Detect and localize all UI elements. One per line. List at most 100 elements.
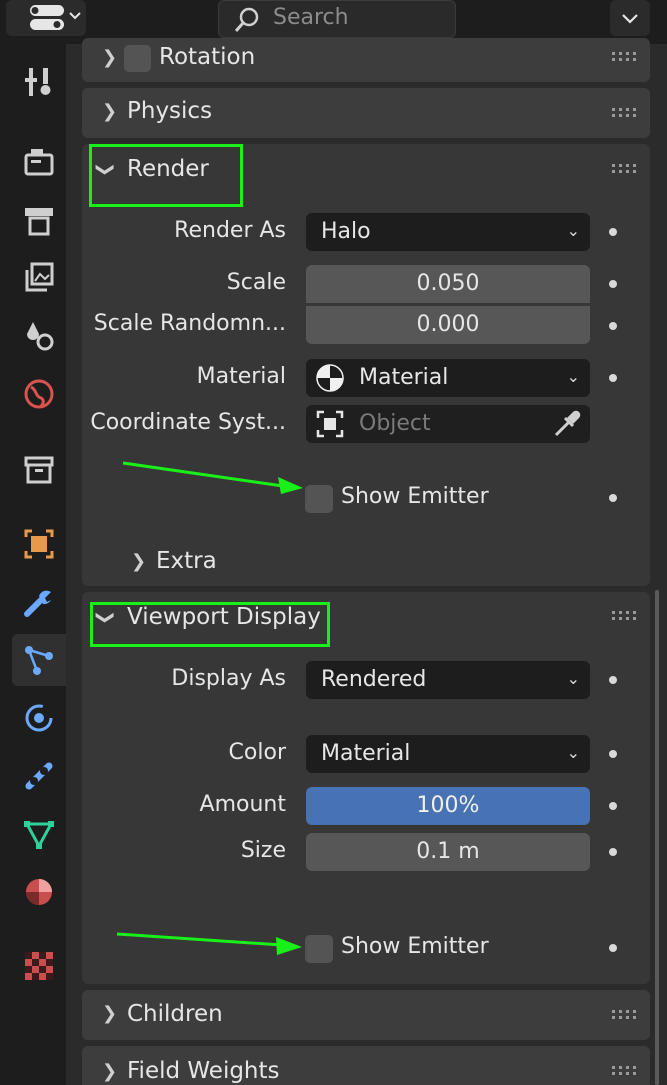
scale-field[interactable]: 0.050 <box>306 265 590 303</box>
editor-type-icon <box>30 5 81 30</box>
chevron-down-icon: ⌄ <box>566 743 580 762</box>
keyframe-dot-icon[interactable] <box>609 848 617 856</box>
search-input[interactable]: Search <box>218 0 456 38</box>
options-dropdown-button[interactable] <box>610 0 650 36</box>
scale-random-field[interactable]: 0.000 <box>306 306 590 344</box>
tab-scene[interactable] <box>12 310 66 362</box>
render-show-emitter-checkbox[interactable] <box>305 485 333 513</box>
render-show-emitter-label: Show Emitter <box>341 484 489 509</box>
size-label: Size <box>240 838 286 863</box>
wrench-screwdriver-icon <box>25 68 51 96</box>
tab-object[interactable] <box>12 518 66 570</box>
panel-title: Children <box>127 1001 223 1027</box>
tab-tool[interactable] <box>12 56 66 108</box>
annotation-arrow <box>116 932 302 955</box>
drag-handle-icon[interactable] <box>612 164 638 176</box>
keyframe-dot-icon[interactable] <box>609 280 617 288</box>
tab-particles[interactable] <box>12 634 66 686</box>
render-as-label: Render As <box>174 218 286 243</box>
coordinate-system-label: Coordinate Syst... <box>90 410 286 435</box>
chevron-right-icon: ❯ <box>102 1061 118 1082</box>
tab-data[interactable] <box>12 808 66 860</box>
material-sphere-icon <box>316 364 344 392</box>
coordinate-system-field[interactable]: Object <box>306 405 590 443</box>
eyedropper-icon[interactable] <box>552 409 582 439</box>
scrollbar[interactable] <box>655 590 659 1085</box>
panel-physics[interactable]: ❯ Physics <box>82 88 650 138</box>
drag-handle-icon[interactable] <box>612 52 638 64</box>
keyframe-dot-icon[interactable] <box>609 494 617 502</box>
collection-box-icon <box>24 456 54 484</box>
keyframe-dot-icon[interactable] <box>609 750 617 758</box>
tab-output[interactable] <box>12 194 66 246</box>
physics-orbit-icon <box>25 704 53 732</box>
amount-label: Amount <box>199 792 286 817</box>
color-value: Material <box>321 741 411 766</box>
panel-rotation[interactable]: ❯ Rotation <box>82 38 650 82</box>
keyframe-dot-icon[interactable] <box>609 676 617 684</box>
display-as-dropdown[interactable]: Rendered ⌄ <box>306 661 590 699</box>
tab-modifiers[interactable] <box>12 576 66 628</box>
display-as-value: Rendered <box>321 667 427 692</box>
drag-handle-icon[interactable] <box>612 108 638 120</box>
tab-render[interactable] <box>12 136 66 188</box>
display-as-label: Display As <box>171 666 286 691</box>
viewport-show-emitter-checkbox[interactable] <box>305 935 333 963</box>
tab-constraints[interactable] <box>12 750 66 802</box>
size-field[interactable]: 0.1 m <box>306 833 590 871</box>
keyframe-dot-icon[interactable] <box>609 944 617 952</box>
chevron-right-icon: ❯ <box>102 1003 118 1024</box>
panel-field-weights[interactable]: ❯ Field Weights <box>82 1046 650 1085</box>
render-as-value: Halo <box>321 219 371 244</box>
panel-title: Physics <box>127 98 213 124</box>
mesh-triangle-icon <box>24 821 54 850</box>
camera-back-icon <box>24 149 54 176</box>
search-placeholder: Search <box>273 5 349 30</box>
chevron-down-icon <box>622 14 638 24</box>
material-value: Material <box>359 365 449 390</box>
tab-material[interactable] <box>12 866 66 918</box>
color-dropdown[interactable]: Material ⌄ <box>306 735 590 773</box>
wrench-icon <box>24 590 51 617</box>
properties-tabs <box>0 44 66 1085</box>
globe-icon <box>24 379 54 409</box>
printer-icon <box>25 208 53 236</box>
annotation-arrow <box>122 461 303 494</box>
tab-physics[interactable] <box>12 692 66 744</box>
keyframe-dot-icon[interactable] <box>609 322 617 330</box>
panel-title: Field Weights <box>127 1058 280 1084</box>
scale-random-label: Scale Randomn... <box>93 311 286 336</box>
object-square-icon <box>24 529 54 559</box>
extra-subpanel-title[interactable]: Extra <box>156 548 217 574</box>
tab-world[interactable] <box>12 368 66 420</box>
viewport-show-emitter-label: Show Emitter <box>341 934 489 959</box>
scene-icon <box>27 322 54 351</box>
editor-type-button[interactable] <box>6 0 86 36</box>
chevron-down-icon: ⌄ <box>566 221 580 240</box>
panel-children[interactable]: ❯ Children <box>82 990 650 1040</box>
annotation-highlight-box <box>89 144 243 207</box>
scale-label: Scale <box>226 270 286 295</box>
amount-slider[interactable]: 100% <box>306 787 590 825</box>
keyframe-dot-icon[interactable] <box>609 802 617 810</box>
chevron-right-icon: ❯ <box>102 101 118 122</box>
tab-view-layer[interactable] <box>12 252 66 304</box>
keyframe-dot-icon[interactable] <box>609 374 617 382</box>
chevron-right-icon[interactable]: ❯ <box>131 551 146 572</box>
keyframe-dot-icon[interactable] <box>609 228 617 236</box>
rotation-checkbox[interactable] <box>124 45 151 72</box>
render-as-dropdown[interactable]: Halo ⌄ <box>306 213 590 251</box>
panel-title: Rotation <box>159 44 256 70</box>
constraint-icon <box>25 762 53 790</box>
tab-collection[interactable] <box>12 444 66 496</box>
drag-handle-icon[interactable] <box>612 611 638 623</box>
coordinate-system-placeholder: Object <box>359 411 431 436</box>
drag-handle-icon[interactable] <box>612 1010 638 1022</box>
color-label: Color <box>228 740 286 765</box>
drag-handle-icon[interactable] <box>612 1066 638 1078</box>
chevron-down-icon: ⌄ <box>566 367 580 386</box>
chevron-down-icon: ⌄ <box>566 669 580 688</box>
chevron-right-icon: ❯ <box>102 47 118 68</box>
tab-texture[interactable] <box>12 940 66 992</box>
material-dropdown[interactable]: Material ⌄ <box>306 359 590 397</box>
